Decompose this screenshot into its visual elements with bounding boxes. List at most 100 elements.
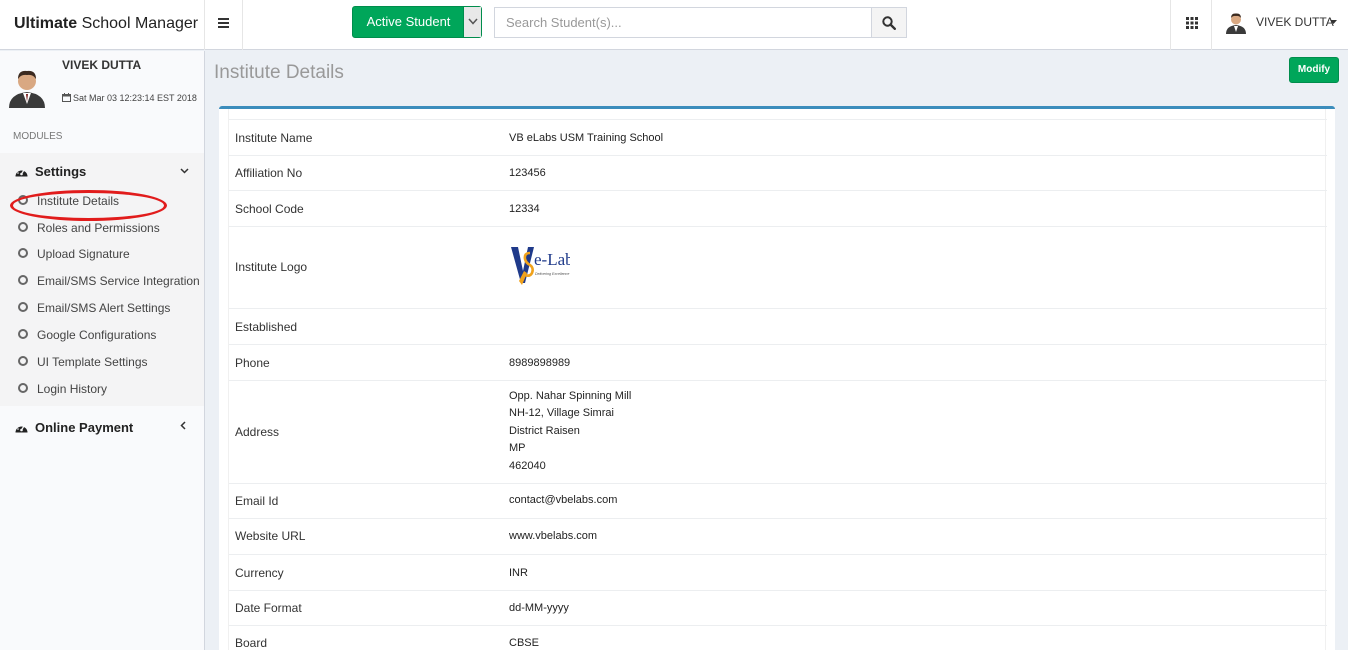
circle-icon: [18, 248, 28, 258]
user-menu-name: VIVEK DUTTA: [1256, 15, 1334, 29]
field-label: Institute Name: [235, 131, 313, 145]
sidebar-item-label: Upload Signature: [37, 247, 130, 261]
address-line: NH-12, Village Simrai: [509, 407, 614, 420]
datetime-text: Sat Mar 03 12:23:14 EST 2018: [73, 93, 197, 103]
highlight-annotation: [10, 190, 167, 221]
address-line: 462040: [509, 459, 546, 472]
sidebar-item-settings[interactable]: Settings: [0, 153, 204, 188]
chevron-down-icon: [180, 168, 189, 174]
table-row: School Code 12334: [229, 190, 1327, 226]
table-row: Currency INR: [229, 554, 1327, 590]
chevron-down-icon: [468, 18, 478, 25]
field-label: Board: [235, 636, 268, 650]
caret-down-icon: [1330, 20, 1337, 24]
sidebar-toggle-button[interactable]: [205, 0, 243, 50]
field-value: VB eLabs USM Training School: [509, 132, 664, 144]
field-value: CBSE: [509, 637, 539, 649]
table-row: Website URL www.vbelabs.com: [229, 518, 1327, 554]
calendar-icon: [62, 93, 71, 102]
sidebar-item-ui-template[interactable]: UI Template Settings: [0, 349, 204, 375]
field-label: Email Id: [235, 494, 279, 508]
address-line: MP: [509, 442, 526, 455]
chevron-left-icon: [180, 421, 186, 430]
field-label: Address: [235, 425, 280, 439]
online-payment-label: Online Payment: [35, 420, 134, 435]
hamburger-icon: [218, 18, 229, 28]
sidebar-user-name: VIVEK DUTTA: [62, 58, 142, 72]
logo-text: e-Labs: [534, 250, 570, 269]
address-line: District Raisen: [509, 424, 580, 437]
table-row: Date Format dd-MM-yyyy: [229, 590, 1327, 625]
current-datetime: Sat Mar 03 12:23:14 EST 2018: [62, 93, 197, 103]
sidebar-item-online-payment[interactable]: Online Payment: [0, 409, 204, 444]
sidebar-item-label: Email/SMS Alert Settings: [37, 301, 171, 315]
dropdown-toggle[interactable]: [463, 7, 481, 37]
table-row: Board CBSE: [229, 625, 1327, 650]
search-icon: [882, 16, 896, 30]
field-label: Date Format: [235, 601, 302, 615]
logo-tagline: Delivering Excellence: [535, 272, 569, 276]
page-title: Institute Details: [214, 62, 344, 83]
field-value: 8989898989: [509, 357, 571, 369]
details-table: Institute Name VB eLabs USM Training Sch…: [228, 109, 1327, 650]
institute-logo-image: e-Labs Delivering Excellence: [511, 247, 570, 285]
field-label: Website URL: [235, 529, 306, 543]
dashboard-icon: [15, 424, 28, 433]
app-brand[interactable]: Ultimate School Manager: [0, 0, 205, 50]
table-row: Email Id contact@vbelabs.com: [229, 483, 1327, 518]
search-input[interactable]: [494, 7, 872, 38]
sidebar-item-label: Login History: [37, 382, 108, 396]
field-label: School Code: [235, 202, 304, 216]
table-row: Address Opp. Nahar Spinning Mill NH-12, …: [229, 380, 1327, 483]
active-student-dropdown[interactable]: Active Student: [352, 6, 482, 38]
field-value: 12334: [509, 203, 540, 215]
sidebar-item-label: Email/SMS Service Integration: [37, 274, 200, 288]
table-row: Institute Name VB eLabs USM Training Sch…: [229, 119, 1327, 155]
sidebar-item-google-config[interactable]: Google Configurations: [0, 322, 204, 348]
field-label: Institute Logo: [235, 260, 308, 274]
user-avatar: [9, 70, 45, 108]
modify-button[interactable]: Modify: [1289, 57, 1339, 83]
grid-icon: [1186, 17, 1198, 29]
user-panel: VIVEK DUTTA Sat Mar 03 12:23:14 EST 2018: [0, 51, 204, 121]
circle-icon: [18, 275, 28, 285]
avatar: [1226, 13, 1246, 34]
dashboard-icon: [15, 168, 28, 177]
address-line: Opp. Nahar Spinning Mill: [509, 390, 632, 402]
brand-rest-text: School Manager: [77, 15, 199, 32]
circle-icon: [18, 302, 28, 312]
field-label: Phone: [235, 356, 270, 370]
table-row: Phone 8989898989: [229, 344, 1327, 380]
sidebar-item-login-history[interactable]: Login History: [0, 376, 204, 402]
field-value: dd-MM-yyyy: [509, 602, 569, 614]
modules-heading: MODULES: [13, 131, 63, 142]
table-row: Affiliation No 123456: [229, 155, 1327, 190]
institute-details-box: Institute Name VB eLabs USM Training Sch…: [219, 106, 1335, 650]
apps-grid-button[interactable]: [1170, 0, 1212, 50]
active-student-label: Active Student: [366, 14, 451, 29]
circle-icon: [18, 383, 28, 393]
sidebar-item-upload-signature[interactable]: Upload Signature: [0, 241, 204, 267]
circle-icon: [18, 222, 28, 232]
sidebar-item-label: UI Template Settings: [37, 355, 148, 369]
sidebar-item-email-sms-alert[interactable]: Email/SMS Alert Settings: [0, 295, 204, 321]
settings-label: Settings: [35, 164, 87, 179]
address-value: Opp. Nahar Spinning Mill NH-12, Village …: [509, 388, 631, 475]
field-label: Established: [235, 320, 298, 334]
field-label: Affiliation No: [235, 166, 303, 180]
user-menu[interactable]: VIVEK DUTTA: [1213, 0, 1348, 50]
field-value: contact@vbelabs.com: [509, 494, 618, 506]
circle-icon: [18, 356, 28, 366]
top-navbar: Ultimate School Manager Active Student V…: [0, 0, 1348, 50]
field-value: INR: [509, 567, 528, 579]
sidebar-item-label: Google Configurations: [37, 328, 157, 342]
field-value: 123456: [509, 167, 546, 179]
sidebar-item-email-sms-service[interactable]: Email/SMS Service Integration: [0, 268, 204, 294]
field-label: Currency: [235, 566, 284, 580]
table-row: Institute Logo e-Labs Delivering Excelle…: [229, 226, 1327, 308]
sidebar: VIVEK DUTTA Sat Mar 03 12:23:14 EST 2018…: [0, 51, 205, 650]
search-button[interactable]: [871, 7, 907, 38]
field-value: www.vbelabs.com: [509, 530, 598, 542]
table-row: Established: [229, 308, 1327, 344]
brand-bold-text: Ultimate: [14, 15, 78, 32]
